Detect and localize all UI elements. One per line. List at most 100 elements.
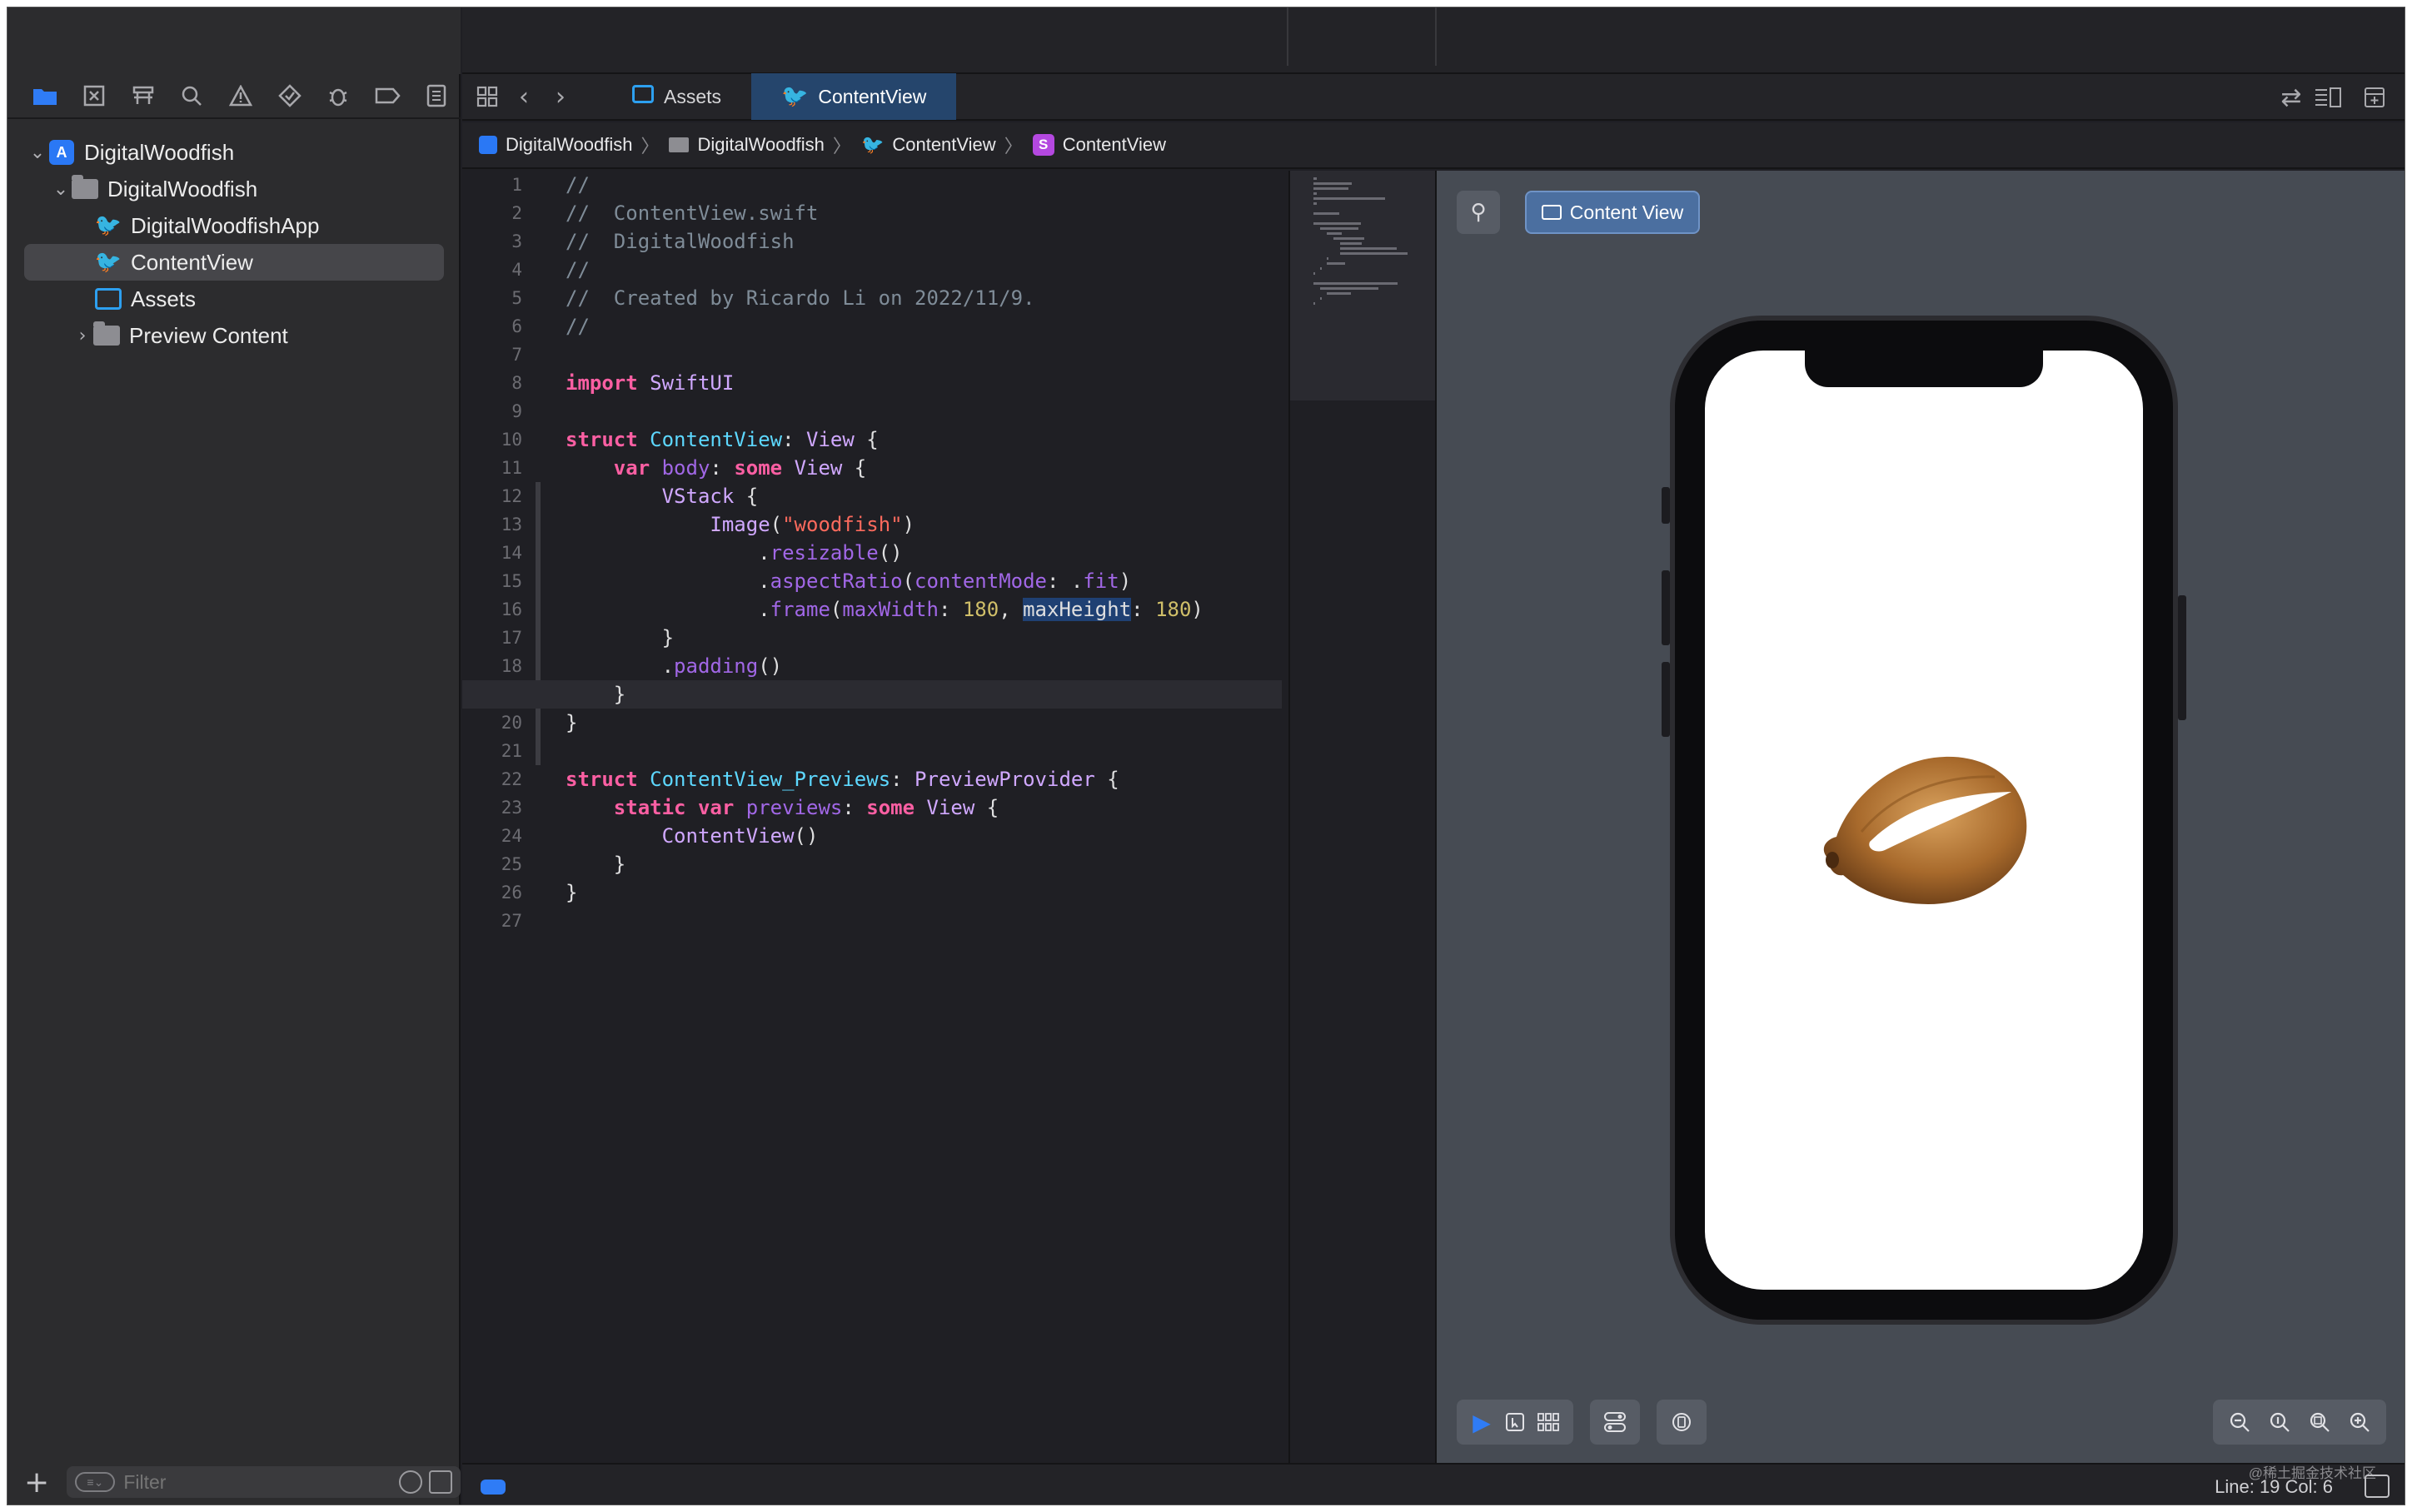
line-number: 22 — [501, 769, 522, 789]
breadcrumb-separator-icon: 〉 — [1004, 137, 1023, 157]
code-line[interactable]: static var previews: some View { — [566, 793, 1282, 822]
device-icon[interactable] — [1665, 1405, 1698, 1439]
minimap-line — [1313, 302, 1316, 305]
code-line[interactable]: // — [566, 312, 1282, 341]
folder-icon[interactable] — [21, 76, 70, 116]
code-line[interactable]: } — [566, 709, 1282, 737]
code-line[interactable]: // — [566, 256, 1282, 284]
tree-item-label: ContentView — [131, 249, 253, 275]
minimap-line — [1313, 177, 1318, 180]
tab-contentview[interactable]: 🐦 ContentView — [751, 73, 957, 120]
minimap[interactable] — [1288, 171, 1435, 1463]
code-line[interactable]: .resizable() — [566, 539, 1282, 567]
grid-icon[interactable] — [469, 78, 506, 115]
pin-icon[interactable]: ⚲ — [1457, 191, 1500, 234]
code-line[interactable] — [566, 397, 1282, 425]
tree-item-preview-content[interactable]: › Preview Content — [7, 317, 461, 354]
code-line[interactable]: } — [462, 680, 1282, 709]
code-line[interactable]: .aspectRatio(contentMode: .fit) — [566, 567, 1282, 595]
code-line[interactable]: } — [566, 878, 1282, 907]
zoom-in-icon[interactable] — [2340, 1405, 2380, 1439]
code-line[interactable] — [566, 907, 1282, 935]
recent-files-icon[interactable] — [399, 1470, 422, 1494]
code-line[interactable]: Image("woodfish") — [566, 510, 1282, 539]
live-preview-icon[interactable]: ▶ — [1465, 1405, 1498, 1439]
code-line[interactable]: .padding() — [566, 652, 1282, 680]
breadcrumb-symbol[interactable]: S ContentView — [1032, 134, 1166, 156]
code-line[interactable]: VStack { — [566, 482, 1282, 510]
tree-item-group-digitalwoodfish[interactable]: ⌄ DigitalWoodfish — [7, 171, 461, 207]
chevron-left-icon[interactable]: ‹ — [506, 78, 542, 115]
navigator-toolbar — [7, 74, 461, 119]
code-line[interactable]: // Created by Ricardo Li on 2022/11/9. — [566, 284, 1282, 312]
device-select-group — [1657, 1400, 1707, 1445]
code-line[interactable]: struct ContentView_Previews: PreviewProv… — [566, 765, 1282, 793]
code-line[interactable]: .frame(maxWidth: 180, maxHeight: 180) — [566, 595, 1282, 624]
code-line[interactable]: // — [566, 171, 1282, 199]
code-line[interactable]: } — [566, 624, 1282, 652]
breadcrumb-file[interactable]: 🐦 ContentView — [861, 134, 996, 156]
line-number: 23 — [501, 798, 522, 818]
tree-item-contentview[interactable]: 🐦 ContentView — [24, 244, 444, 281]
swap-icon[interactable]: ⇄ — [2273, 79, 2310, 116]
chevron-right-icon[interactable]: › — [542, 78, 579, 115]
add-icon[interactable]: + — [24, 1465, 57, 1500]
device-settings-icon[interactable] — [1598, 1405, 1632, 1439]
struct-icon: S — [1032, 134, 1054, 156]
zoom-out-icon[interactable] — [2220, 1405, 2260, 1439]
preview-controls: ▶ — [1457, 1400, 1723, 1445]
source-control-icon[interactable] — [70, 76, 119, 116]
minimap-line — [1313, 222, 1362, 225]
selectable-mode-icon[interactable] — [1498, 1405, 1532, 1439]
inspector-toggle-icon[interactable] — [2365, 1475, 2390, 1498]
code-line[interactable]: // DigitalWoodfish — [566, 227, 1282, 256]
code-line[interactable] — [566, 341, 1282, 369]
breakpoint-icon[interactable] — [363, 76, 412, 116]
tree-item-project[interactable]: ⌄ A DigitalWoodfish — [7, 134, 461, 171]
minimap-line — [1327, 257, 1329, 260]
debug-area-toggle-icon[interactable] — [481, 1480, 506, 1495]
line-number: 18 — [501, 656, 522, 676]
device-screen[interactable] — [1705, 351, 2143, 1290]
minimap-visible-region[interactable] — [1290, 171, 1435, 400]
zoom-actual-size-icon[interactable] — [2260, 1405, 2300, 1439]
chevron-down-icon[interactable]: ⌄ — [27, 142, 47, 163]
code-line[interactable]: ContentView() — [566, 822, 1282, 850]
minimap-line — [1313, 187, 1348, 190]
filter-input[interactable] — [123, 1470, 392, 1494]
source-control-filter-icon[interactable] — [429, 1470, 452, 1494]
variants-grid-icon[interactable] — [1532, 1405, 1565, 1439]
tab-assets[interactable]: Assets — [602, 73, 751, 120]
code-text[interactable]: //// ContentView.swift// DigitalWoodfish… — [462, 171, 1282, 935]
report-icon[interactable] — [411, 76, 461, 116]
tab-label: Assets — [664, 85, 722, 107]
filter-options-icon[interactable]: ≡⌄ — [75, 1472, 116, 1492]
folder-icon — [92, 321, 121, 347]
breadcrumb-group[interactable]: DigitalWoodfish — [669, 134, 825, 156]
tree-item-digitalwoodfishapp[interactable]: 🐦 DigitalWoodfishApp — [7, 207, 461, 244]
line-number: 12 — [501, 486, 522, 506]
content-view-preview-button[interactable]: Content View — [1525, 191, 1700, 234]
issue-icon[interactable] — [217, 76, 266, 116]
minimap-line — [1313, 212, 1339, 215]
add-editor-icon[interactable] — [2356, 79, 2393, 116]
code-line[interactable]: } — [566, 850, 1282, 878]
editor-options-icon[interactable] — [2310, 79, 2346, 116]
code-line[interactable]: import SwiftUI — [566, 369, 1282, 397]
code-line[interactable]: var body: some View { — [566, 454, 1282, 482]
chevron-right-icon[interactable]: › — [72, 326, 92, 346]
code-line[interactable] — [566, 737, 1282, 765]
test-icon[interactable] — [265, 76, 314, 116]
symbols-icon[interactable] — [118, 76, 167, 116]
source-editor[interactable]: 1234567891011121314151617181920212223242… — [462, 171, 1287, 1463]
breadcrumb-project[interactable]: DigitalWoodfish — [479, 134, 632, 156]
chevron-down-icon[interactable]: ⌄ — [51, 179, 71, 200]
debug-icon[interactable] — [314, 76, 363, 116]
tree-item-assets[interactable]: Assets — [7, 281, 461, 317]
code-line[interactable]: // ContentView.swift — [566, 199, 1282, 227]
minimap-line — [1313, 202, 1318, 205]
content-view-label: Content View — [1569, 201, 1684, 223]
code-line[interactable]: struct ContentView: View { — [566, 425, 1282, 454]
find-icon[interactable] — [167, 76, 217, 116]
zoom-to-fit-icon[interactable] — [2300, 1405, 2340, 1439]
